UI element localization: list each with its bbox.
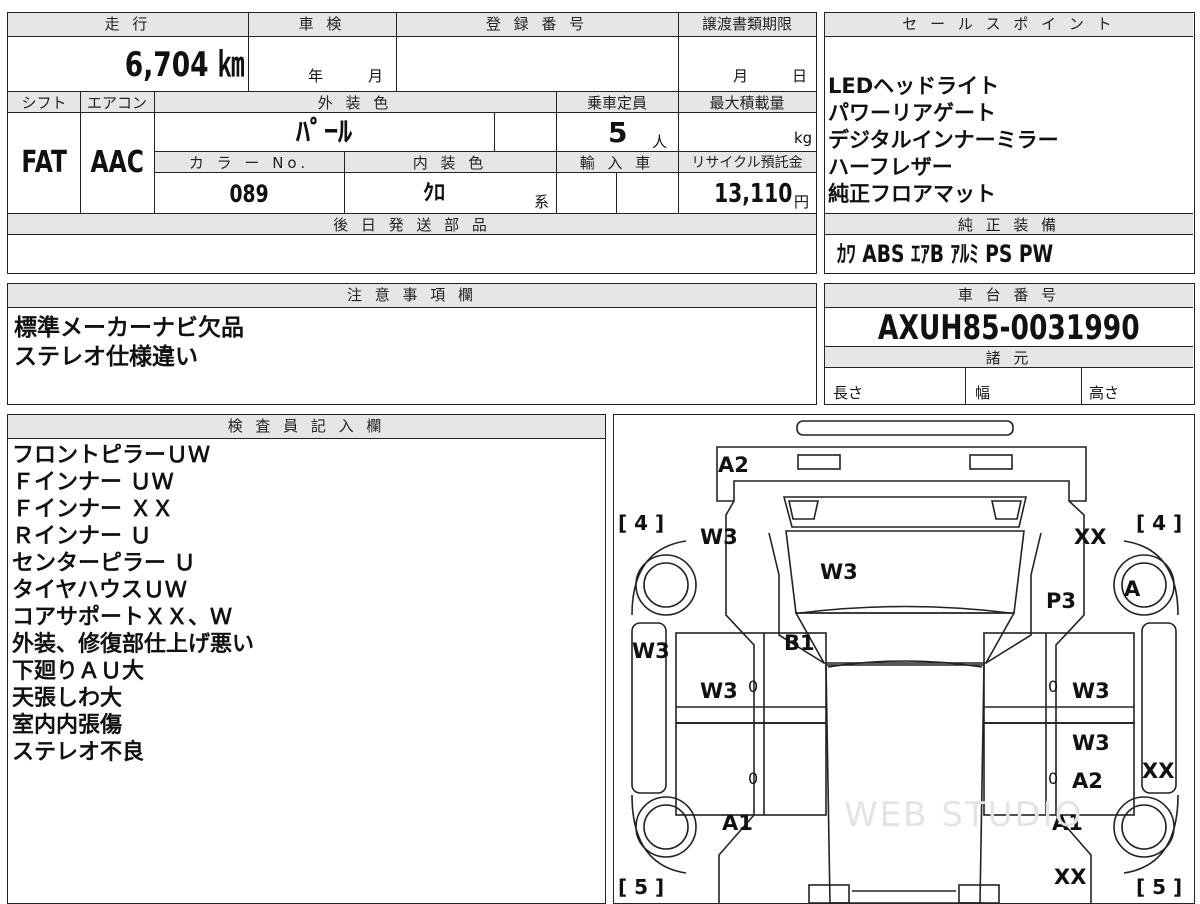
- spec-length-label: 長さ: [833, 384, 864, 402]
- recycle-fee-unit: 円: [794, 193, 810, 211]
- header-color-no: カ ラ ー No.: [154, 151, 344, 173]
- note-item: 標準メーカーナビ欠品: [14, 315, 244, 341]
- note-item: ステレオ仕様違い: [14, 344, 198, 370]
- tire-label-rear-right: [ 5 ]: [1136, 875, 1183, 899]
- inspector-item: タイヤハウスＵＷ: [12, 578, 187, 603]
- header-recycle-fee: リサイクル預託金: [678, 151, 816, 173]
- tire-label-front-right: [ 4 ]: [1136, 511, 1183, 535]
- mark-w3-hood: W3: [820, 560, 858, 584]
- mark-xx-right-side: XX: [1142, 759, 1175, 783]
- capacity-value: 5: [608, 116, 628, 149]
- header-aircon: エアコン: [80, 91, 154, 113]
- spec-width-label: 幅: [975, 384, 991, 402]
- mark-zero: 0: [748, 769, 759, 788]
- inspector-box: 検 査 員 記 入 欄 フロントピラーＵＷ Ｆインナー ＵＷ Ｆインナー ＸＸ …: [7, 414, 606, 904]
- inspection-year-unit: 年: [308, 67, 324, 85]
- vehicle-info-box: 走 行 車 検 登 録 番 号 譲渡書類期限 6,704 ㎞ 年 月 月 日 シ…: [7, 12, 817, 274]
- mark-p3-right: P3: [1046, 589, 1077, 613]
- shift-value: FAT: [21, 145, 67, 180]
- inspector-item: 天張しわ大: [12, 686, 123, 711]
- deadline-month-unit: 月: [733, 67, 749, 85]
- header-interior-color: 内 装 色: [344, 151, 556, 173]
- inspector-item: コアサポートＸＸ、Ｗ: [12, 605, 233, 630]
- header-registration: 登 録 番 号: [396, 13, 678, 37]
- sales-point-item: 純正フロアマット: [828, 182, 996, 206]
- header-capacity: 乗車定員: [556, 91, 678, 113]
- inspector-item: 室内内張傷: [12, 713, 123, 738]
- header-sales-points: セ ー ル ス ポ イ ン ト: [825, 13, 1193, 37]
- mark-b1: B1: [784, 631, 815, 655]
- inspector-item: Ｆインナー ＸＸ: [12, 497, 174, 522]
- spec-height-label: 高さ: [1089, 384, 1120, 402]
- header-genuine-equipment: 純 正 装 備: [825, 213, 1193, 235]
- inspector-item: Ｒインナー Ｕ: [12, 524, 152, 549]
- notes-list: 標準メーカーナビ欠品 ステレオ仕様違い: [14, 314, 244, 372]
- mark-xx-right-rear: XX: [1054, 865, 1087, 889]
- header-import: 輸 入 車: [556, 151, 678, 173]
- mark-w3-right-rdoor: W3: [1072, 731, 1110, 755]
- notes-box: 注 意 事 項 欄 標準メーカーナビ欠品 ステレオ仕様違い: [7, 283, 817, 405]
- inspector-item: 下廻りＡＵ大: [12, 659, 145, 684]
- header-exterior-color: 外 装 色: [154, 91, 556, 113]
- sales-points-list: LEDヘッドライト パワーリアゲート デジタルインナーミラー ハーフレザー 純正…: [828, 73, 1188, 208]
- max-load-unit: kg: [794, 129, 813, 147]
- header-specs: 諸 元: [825, 346, 1193, 368]
- header-mileage: 走 行: [8, 13, 248, 37]
- mark-a2-right: A2: [1072, 769, 1103, 793]
- mark-xx-right-front: XX: [1074, 525, 1107, 549]
- header-inspector: 検 査 員 記 入 欄: [8, 415, 605, 439]
- inspector-item: フロントピラーＵＷ: [12, 443, 211, 468]
- mark-a-tire: A: [1124, 577, 1141, 601]
- tire-label-front-left: [ 4 ]: [618, 511, 665, 535]
- tire-label-rear-left: [ 5 ]: [618, 875, 665, 899]
- exterior-color-value: ﾊﾟｰﾙ: [295, 115, 352, 148]
- deadline-day-unit: 日: [792, 67, 808, 85]
- header-shift: シフト: [8, 91, 80, 113]
- inspector-item: 外装、修復部仕上げ悪い: [12, 632, 255, 657]
- header-max-load: 最大積載量: [678, 91, 816, 113]
- mark-a2-top: A2: [718, 453, 749, 477]
- car-diagram-box: A2 W3 XX W3 P3 A W3 B1 W3 W3 W3 A2 XX A1…: [613, 414, 1195, 904]
- inspection-month-unit: 月: [368, 67, 384, 85]
- mileage-value: 6,704 ㎞: [124, 45, 244, 85]
- mark-w3-left-front: W3: [700, 525, 738, 549]
- capacity-unit: 人: [652, 133, 668, 151]
- header-transfer-deadline: 譲渡書類期限: [678, 13, 816, 37]
- sales-points-box: セ ー ル ス ポ イ ン ト LEDヘッドライト パワーリアゲート デジタルイ…: [824, 12, 1195, 274]
- sales-point-item: ハーフレザー: [828, 155, 953, 179]
- sales-point-item: パワーリアゲート: [828, 101, 996, 125]
- mark-zero: 0: [1048, 677, 1059, 696]
- chassis-box: 車 台 番 号 AXUH85-0031990 諸 元 長さ 幅 高さ: [824, 283, 1195, 405]
- mark-zero: 0: [1048, 769, 1059, 788]
- header-later-parts: 後 日 発 送 部 品: [8, 213, 816, 235]
- mark-w3-right-door: W3: [1072, 679, 1110, 703]
- inspector-list: フロントピラーＵＷ Ｆインナー ＵＷ Ｆインナー ＸＸ Ｒインナー Ｕ センター…: [12, 442, 254, 766]
- header-chassis: 車 台 番 号: [825, 284, 1193, 308]
- genuine-equipment-value: ｶﾜ ABS ｴｱB ｱﾙﾐ PS PW: [837, 240, 1054, 268]
- header-inspection: 車 検: [248, 13, 396, 37]
- watermark: WEB STUDIO: [844, 795, 1084, 835]
- inspector-item: ステレオ不良: [12, 740, 145, 765]
- mark-w3-left-fender: W3: [632, 639, 670, 663]
- interior-color-value: ｸﾛ: [422, 181, 445, 206]
- mark-zero: 0: [748, 677, 759, 696]
- chassis-number: AXUH85-0031990: [878, 308, 1140, 346]
- color-no-value: 089: [229, 180, 269, 208]
- interior-color-suffix: 系: [534, 193, 550, 211]
- inspector-item: Ｆインナー ＵＷ: [12, 470, 174, 495]
- aircon-value: AAC: [90, 145, 144, 180]
- recycle-fee-value: 13,110: [713, 179, 792, 209]
- mark-a1-left: A1: [722, 811, 753, 835]
- mark-w3-left-door: W3: [700, 679, 738, 703]
- inspector-item: センターピラー Ｕ: [12, 551, 196, 576]
- sales-point-item: デジタルインナーミラー: [828, 128, 1059, 152]
- sales-point-item: LEDヘッドライト: [828, 74, 1000, 98]
- header-notes: 注 意 事 項 欄: [8, 284, 816, 308]
